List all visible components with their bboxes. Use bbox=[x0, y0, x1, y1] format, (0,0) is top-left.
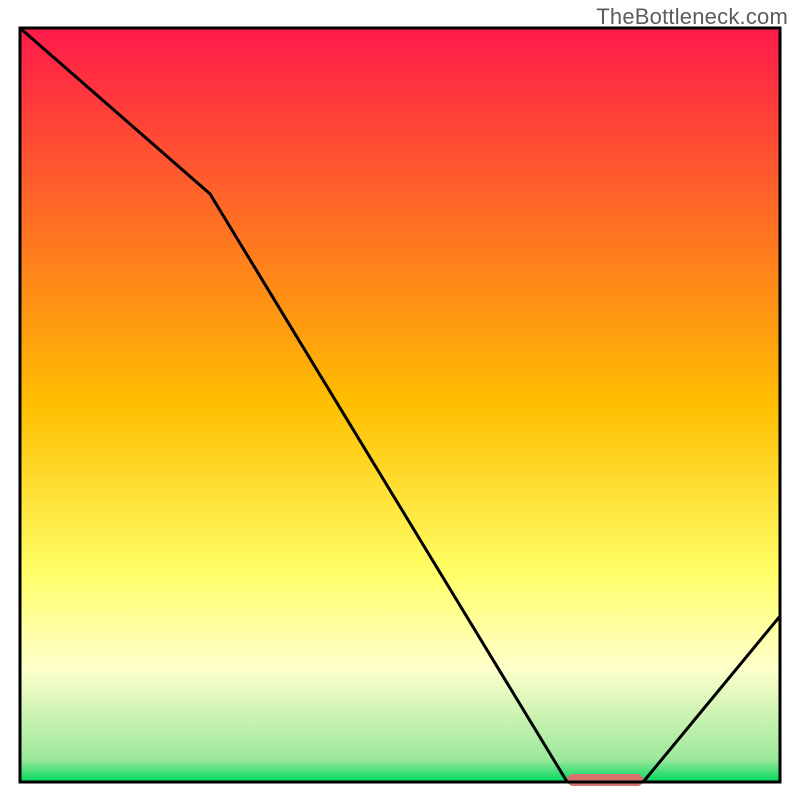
chart-svg bbox=[0, 0, 800, 800]
background-gradient-rect bbox=[20, 28, 780, 782]
plot-area bbox=[20, 28, 780, 786]
baseline-marker bbox=[567, 774, 643, 786]
chart-container: TheBottleneck.com bbox=[0, 0, 800, 800]
watermark-text: TheBottleneck.com bbox=[596, 4, 788, 30]
